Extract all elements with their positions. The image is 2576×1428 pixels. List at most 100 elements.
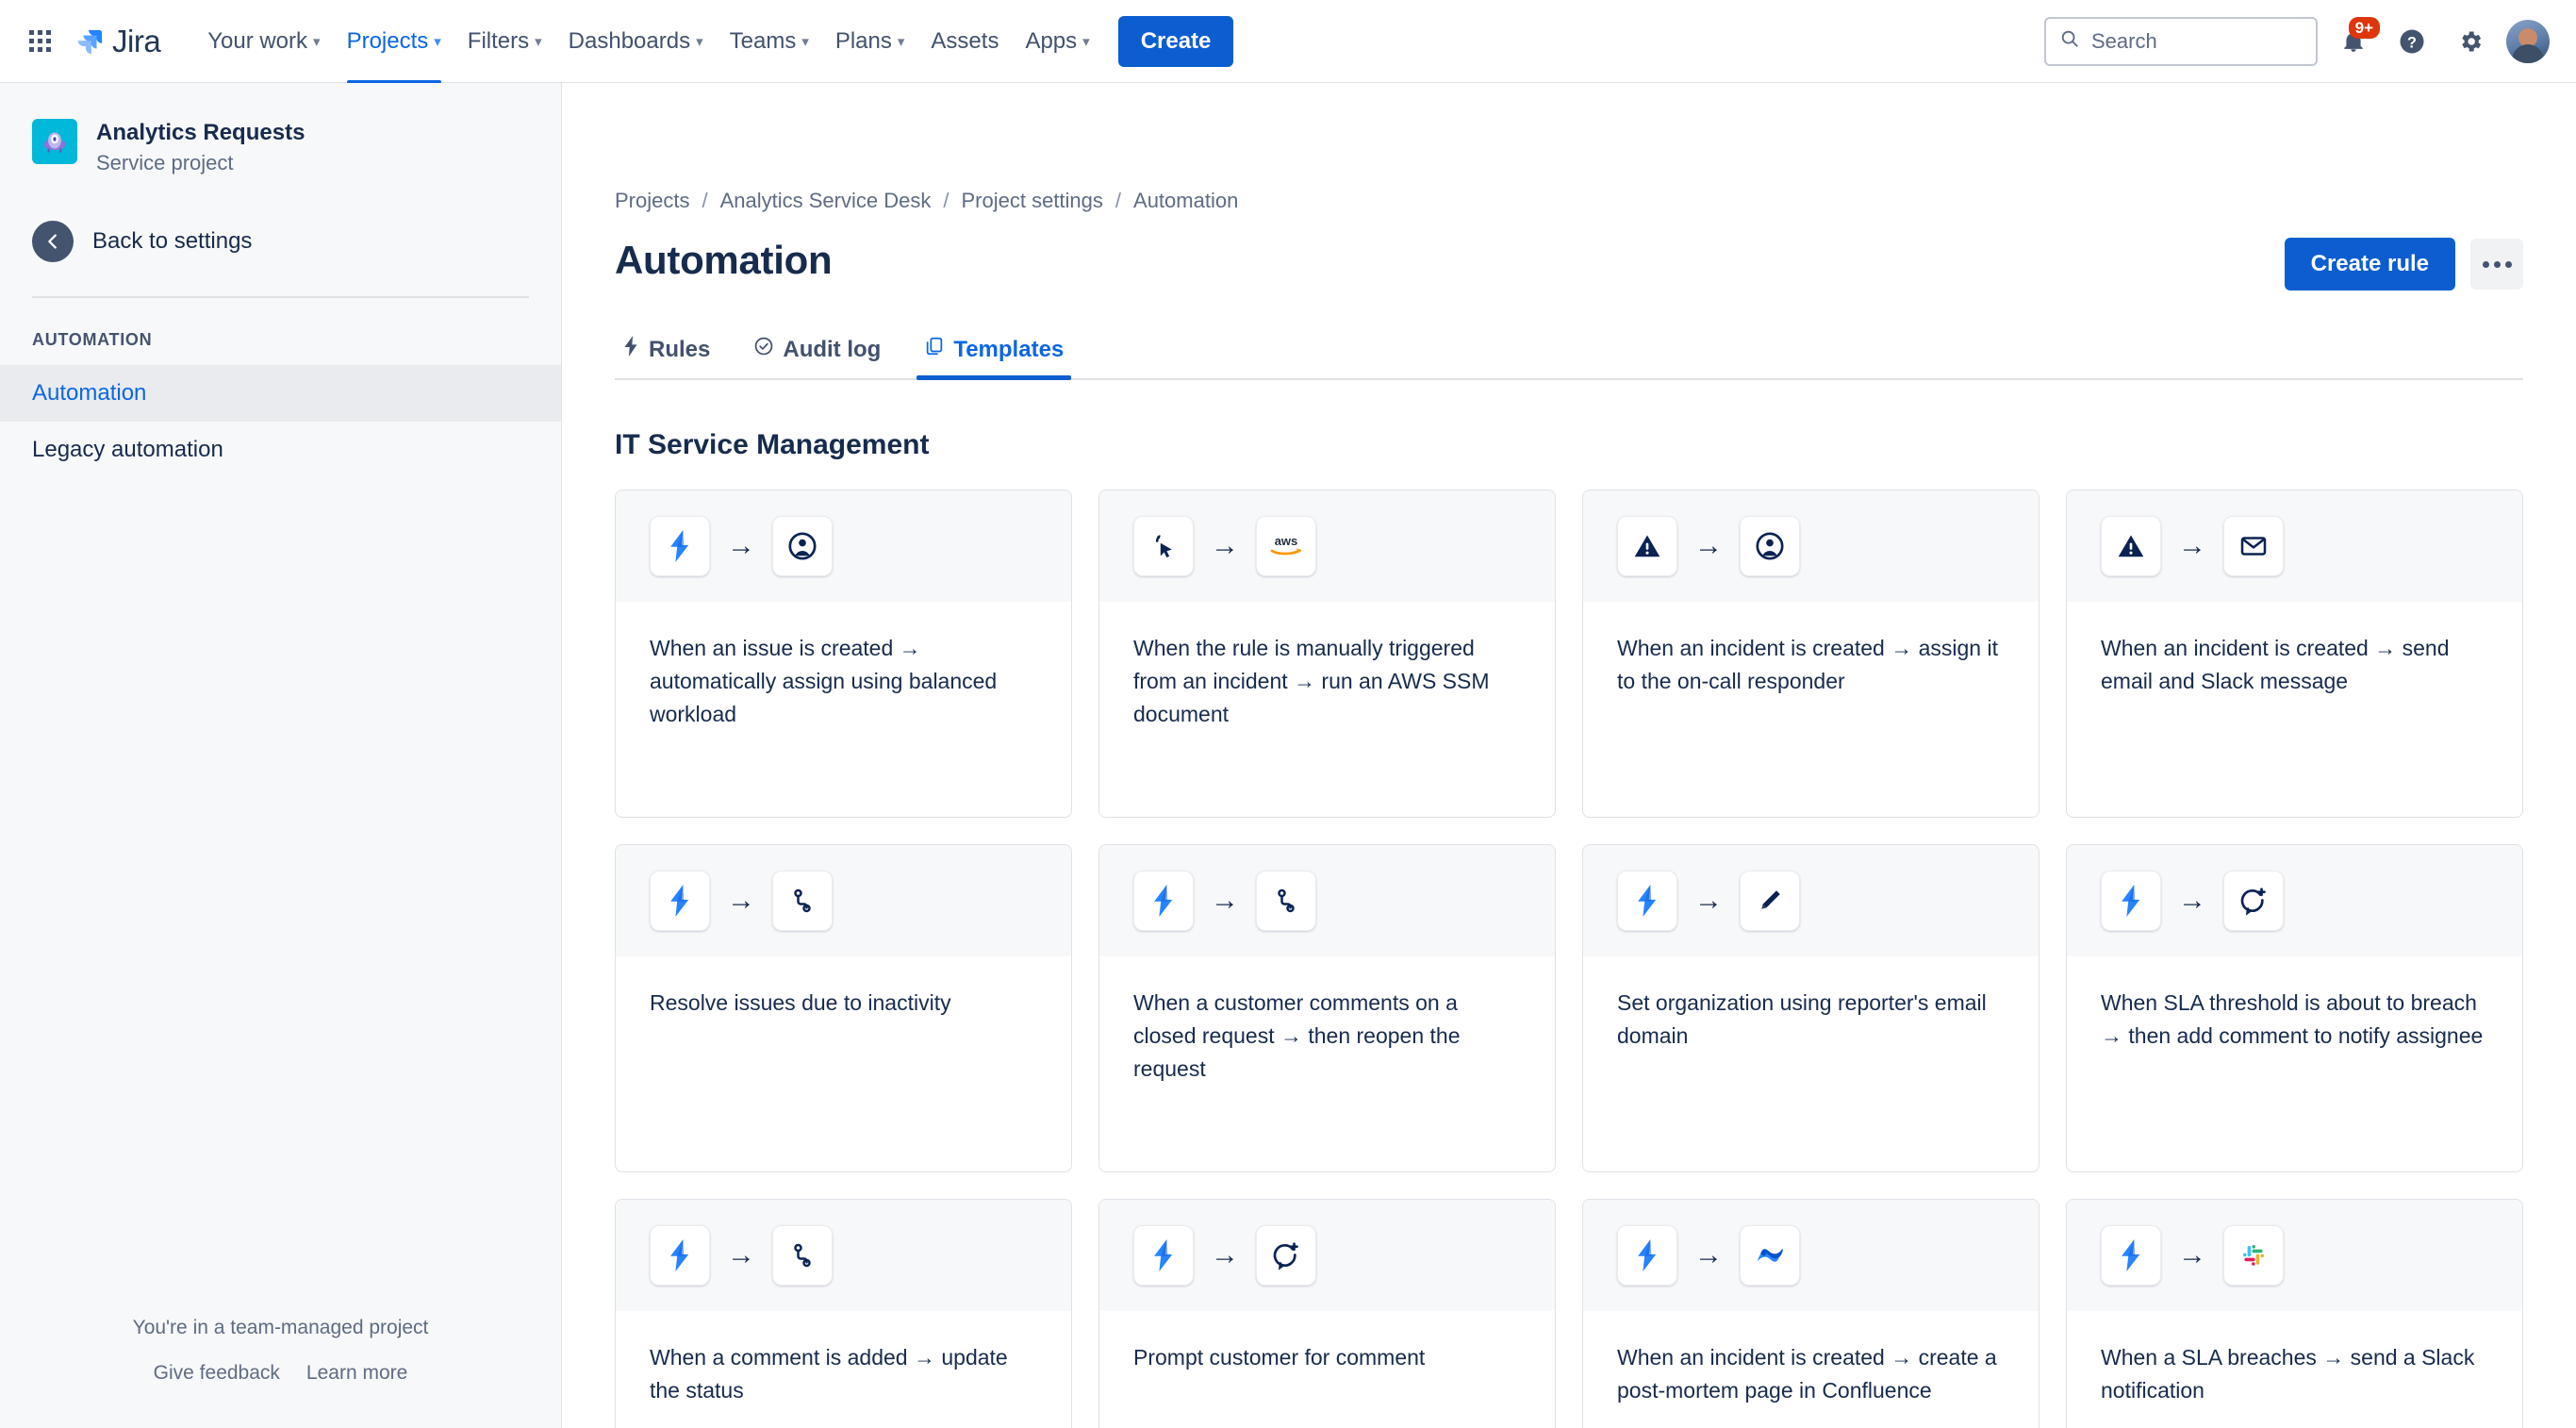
learn-more-link[interactable]: Learn more xyxy=(306,1362,407,1385)
envelope-mail-icon xyxy=(2223,516,2284,576)
tab-rules[interactable]: Rules xyxy=(615,336,718,378)
svg-text:aws: aws xyxy=(1275,534,1298,548)
confluence-logo-icon xyxy=(1740,1225,1800,1286)
sidebar-item-automation[interactable]: Automation xyxy=(0,365,561,422)
template-card-text: When an issue is created → automatically… xyxy=(650,636,998,726)
jira-bolt-icon xyxy=(650,1225,710,1286)
transition-status-icon xyxy=(1256,871,1316,931)
jira-bolt-icon xyxy=(1617,871,1677,931)
nav-apps[interactable]: Apps ▾ xyxy=(1012,20,1102,63)
settings-gear-icon[interactable] xyxy=(2448,19,2493,64)
jira-bolt-icon xyxy=(650,516,710,576)
tab-label: Audit log xyxy=(783,336,882,362)
template-card-text: When a comment is added → update the sta… xyxy=(650,1345,1008,1403)
tab-label: Rules xyxy=(649,336,711,362)
jira-bolt-icon xyxy=(1133,1225,1194,1286)
template-card-icons: → xyxy=(2067,490,2522,602)
template-card[interactable]: → Set organization using reporter's emai… xyxy=(1582,844,2039,1172)
breadcrumb-project-settings[interactable]: Project settings xyxy=(961,189,1102,213)
arrow-right-icon: → xyxy=(727,1239,755,1270)
primary-nav: Your work ▾ Projects ▾ Filters ▾ Dashboa… xyxy=(194,15,1234,84)
add-comment-icon xyxy=(1256,1225,1316,1286)
template-card[interactable]: → When a comment is added → update the s… xyxy=(615,1199,1072,1428)
template-cards-grid: → When an issue is created → automatical… xyxy=(615,490,2523,1428)
aws-logo-icon: aws xyxy=(1256,516,1316,576)
create-rule-button[interactable]: Create rule xyxy=(2284,238,2455,291)
template-card[interactable]: → When a SLA breaches → send a Slack not… xyxy=(2066,1199,2523,1428)
arrow-right-icon: → xyxy=(2178,530,2206,561)
add-comment-icon xyxy=(2223,871,2284,931)
jira-bolt-icon xyxy=(1617,1225,1677,1286)
back-to-settings-link[interactable]: Back to settings xyxy=(0,221,561,262)
nav-assets[interactable]: Assets xyxy=(917,20,1012,63)
breadcrumb: Projects / Analytics Service Desk / Proj… xyxy=(615,189,2523,213)
nav-projects[interactable]: Projects ▾ xyxy=(334,20,454,84)
template-card-icons: → xyxy=(2067,845,2522,956)
breadcrumb-automation[interactable]: Automation xyxy=(1133,189,1238,213)
template-card[interactable]: → When a customer comments on a closed r… xyxy=(1098,844,1556,1172)
template-card-icons: → xyxy=(1583,490,2039,602)
check-circle-icon xyxy=(753,336,774,363)
template-card[interactable]: → Resolve issues due to inactivity xyxy=(615,844,1072,1172)
template-card[interactable]: → When SLA threshold is about to breach … xyxy=(2066,844,2523,1172)
template-card-text: Set organization using reporter's email … xyxy=(1617,990,1987,1048)
nav-label: Projects xyxy=(346,27,429,54)
template-card-icons: → xyxy=(616,845,1071,956)
arrow-left-icon xyxy=(32,221,74,262)
more-actions-button[interactable] xyxy=(2470,239,2523,290)
template-card-text: When SLA threshold is about to breach → … xyxy=(2101,990,2484,1048)
nav-right-cluster: 9+ ? xyxy=(2044,16,2550,66)
project-type: Service project xyxy=(96,151,234,174)
jira-wordmark: Jira xyxy=(112,23,161,58)
chevron-down-icon: ▾ xyxy=(434,33,441,50)
search-box[interactable] xyxy=(2044,16,2318,66)
jira-bolt-icon xyxy=(2101,871,2161,931)
edit-pencil-icon xyxy=(1740,871,1800,931)
give-feedback-link[interactable]: Give feedback xyxy=(154,1362,280,1385)
nav-label: Assets xyxy=(931,27,999,54)
nav-dashboards[interactable]: Dashboards ▾ xyxy=(555,20,717,63)
template-card-text: When the rule is manually triggered from… xyxy=(1133,636,1490,726)
sidebar-item-legacy-automation[interactable]: Legacy automation xyxy=(0,422,561,478)
chevron-down-icon: ▾ xyxy=(535,33,542,50)
nav-plans[interactable]: Plans ▾ xyxy=(822,20,918,63)
tab-templates[interactable]: Templates xyxy=(916,336,1072,380)
warning-triangle-icon xyxy=(2101,516,2161,576)
breadcrumb-separator: / xyxy=(1115,189,1122,212)
project-avatar-icon xyxy=(32,119,77,164)
search-icon xyxy=(2059,28,2080,54)
arrow-right-icon: → xyxy=(727,530,755,561)
template-card[interactable]: → When an incident is created → send ema… xyxy=(2066,490,2523,818)
template-card[interactable]: → When an incident is created → create a… xyxy=(1582,1199,2039,1428)
user-avatar[interactable] xyxy=(2506,19,2550,63)
jira-home-link[interactable]: Jira xyxy=(75,23,161,59)
help-question-icon[interactable]: ? xyxy=(2389,19,2435,64)
template-card-text: When an incident is created → assign it … xyxy=(1617,636,1998,693)
sidebar-footer: You're in a team-managed project Give fe… xyxy=(0,1317,561,1428)
template-card[interactable]: → When an incident is created → assign i… xyxy=(1582,490,2039,818)
section-title-itsm: IT Service Management xyxy=(615,429,930,460)
template-card-icons: → xyxy=(1583,1200,2039,1311)
breadcrumb-analytics-service-desk[interactable]: Analytics Service Desk xyxy=(720,189,932,213)
template-card-text: When a SLA breaches → send a Slack notif… xyxy=(2101,1345,2475,1403)
template-card[interactable]: → Prompt customer for comment xyxy=(1098,1199,1556,1428)
nav-label: Dashboards xyxy=(568,27,691,54)
notifications-bell-icon[interactable]: 9+ xyxy=(2331,16,2380,64)
nav-filters[interactable]: Filters ▾ xyxy=(454,20,555,63)
breadcrumb-projects[interactable]: Projects xyxy=(615,189,689,213)
search-input[interactable] xyxy=(2091,28,2303,54)
tab-audit-log[interactable]: Audit log xyxy=(746,336,888,378)
template-card[interactable]: → When an issue is created → automatical… xyxy=(615,490,1072,818)
project-header[interactable]: Analytics Requests Service project xyxy=(0,119,561,175)
nav-teams[interactable]: Teams ▾ xyxy=(717,20,822,63)
nav-your-work[interactable]: Your work ▾ xyxy=(194,20,333,63)
manual-cursor-icon xyxy=(1133,516,1194,576)
template-card[interactable]: → aws When the rule is manually triggere… xyxy=(1098,490,1556,818)
template-card-icons: → xyxy=(1583,845,2039,956)
apps-grid-icon[interactable] xyxy=(19,21,60,62)
arrow-right-icon: → xyxy=(1211,1239,1239,1270)
jira-logo-icon xyxy=(75,27,104,56)
assign-person-icon xyxy=(1740,516,1800,576)
breadcrumb-separator: / xyxy=(943,189,949,212)
create-button[interactable]: Create xyxy=(1117,15,1234,67)
